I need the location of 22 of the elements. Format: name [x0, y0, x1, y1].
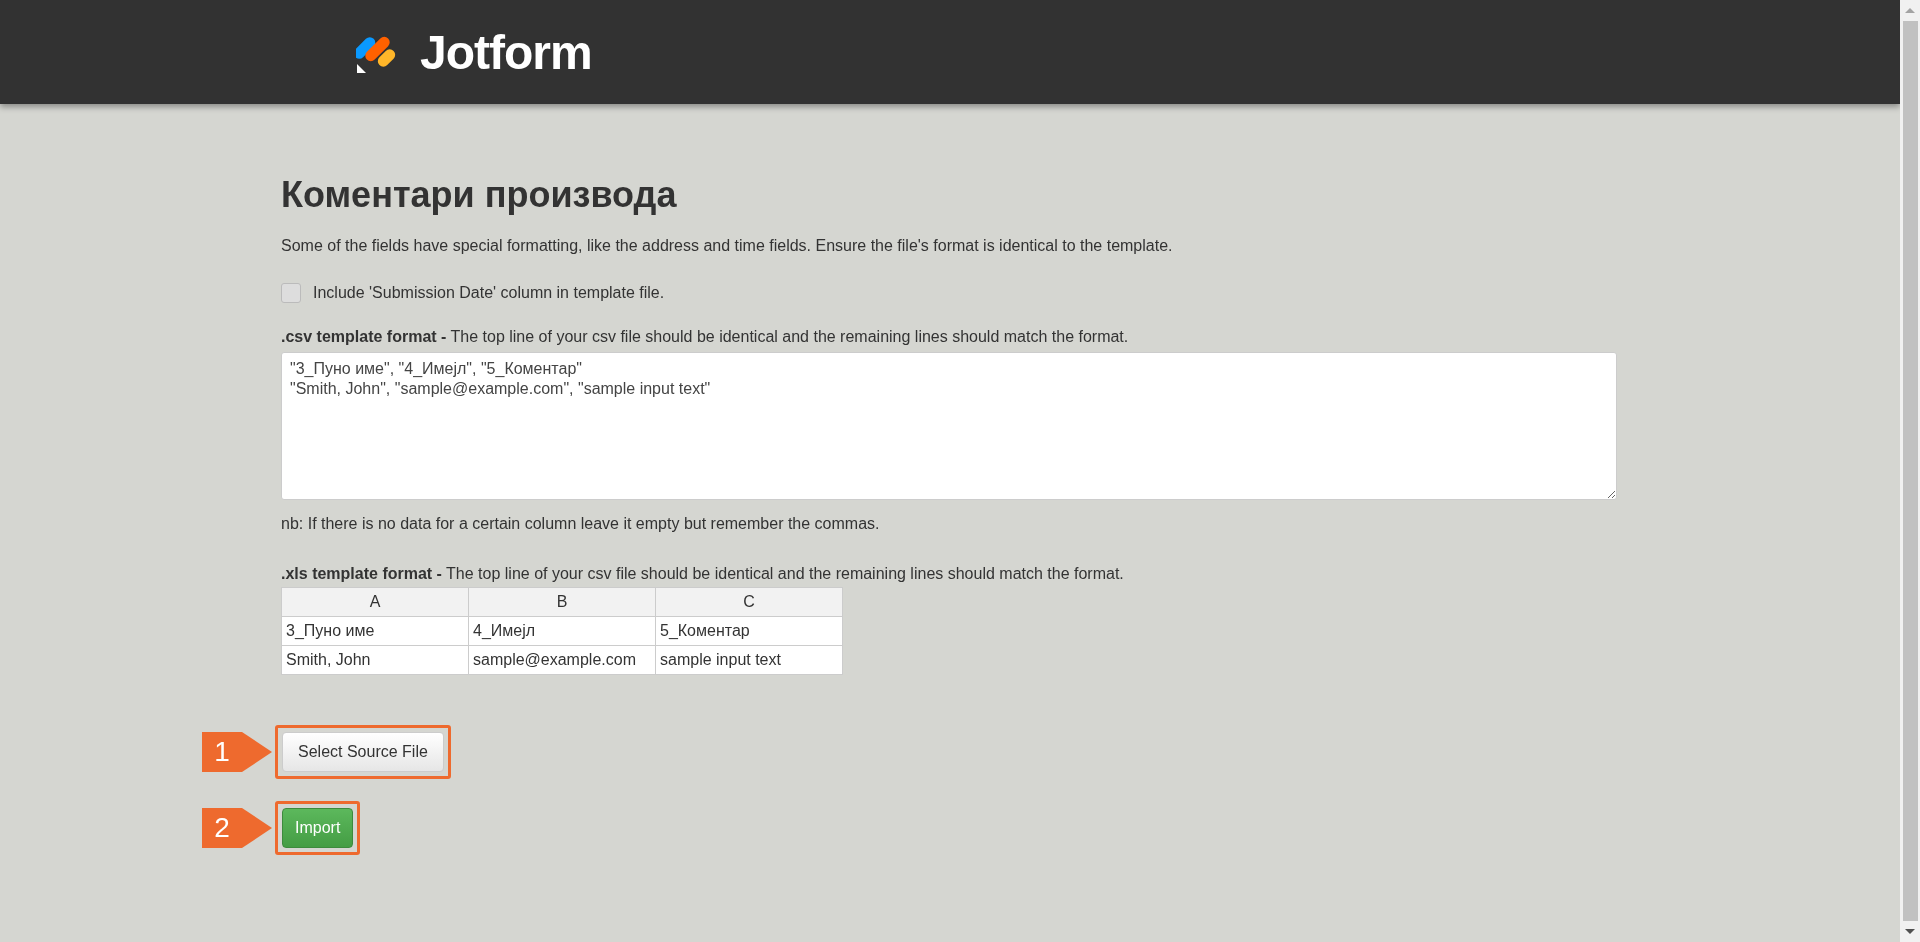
column-header: C: [655, 587, 843, 617]
csv-format-label: .csv template format - The top line of your csv file should be identical and the remaining lines should match the format.: [281, 328, 1130, 346]
table-cell: 5_Коментар: [655, 616, 843, 646]
step-marker: 1: [202, 732, 272, 772]
logo-text[interactable]: Jotform: [420, 24, 592, 80]
table-cell: 3_Пуно име: [281, 616, 469, 646]
csv-template-field[interactable]: "3_Пуно име", "4_Имејл", "5_Коментар" "Smith, John", "sample@example.com", "sample input text": [281, 352, 1617, 500]
note-text: nb: If there is no data for a certain column leave it empty but remember the commas.: [281, 515, 881, 533]
table-cell: Smith, John: [281, 645, 469, 675]
checkbox[interactable]: [281, 283, 301, 303]
xls-format-label: .xls template format - The top line of your csv file should be identical and the remaining lines should match the format.: [281, 565, 1125, 583]
checkbox-label: Include 'Submission Date' column in template file.: [313, 284, 665, 302]
step-marker: 2: [202, 808, 272, 848]
table-cell: 4_Имејл: [468, 616, 656, 646]
table-cell: sample input text: [655, 645, 843, 675]
table-cell: sample@example.com: [468, 645, 656, 675]
select-file-button[interactable]: Select Source File: [282, 732, 444, 772]
scrollbar[interactable]: [1900, 0, 1920, 942]
page-title: Коментари производа: [281, 173, 678, 217]
intro-text: Some of the fields have special formatting, like the address and time fields. Ensure the file's format is identical to the template.: [281, 237, 1174, 255]
column-header: B: [468, 587, 656, 617]
column-header: A: [281, 587, 469, 617]
